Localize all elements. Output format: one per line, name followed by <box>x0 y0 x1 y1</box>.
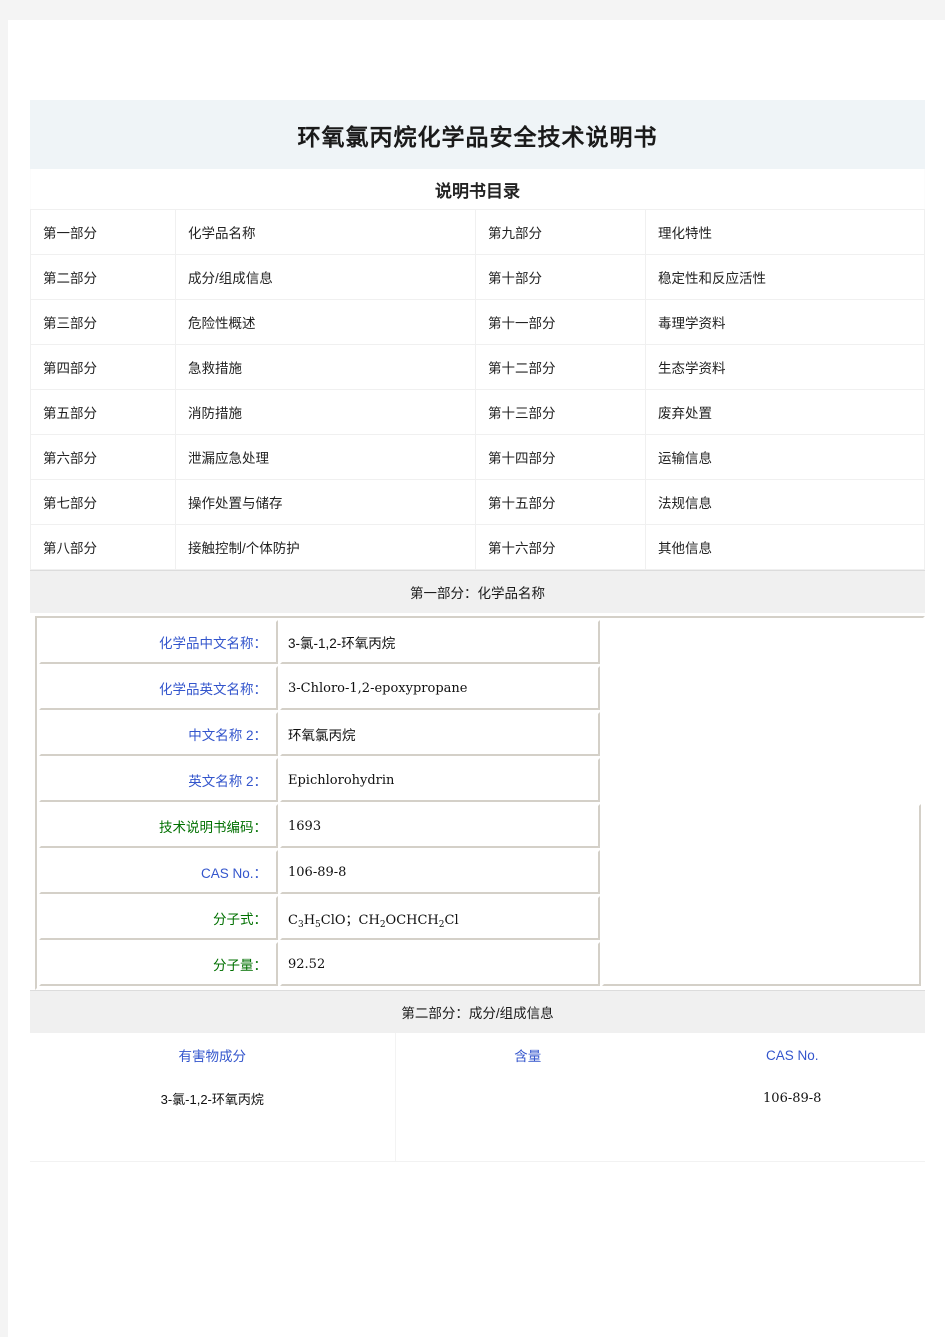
toc-left-label: 操作处置与储存 <box>175 479 476 525</box>
toc-left-label: 消防措施 <box>175 389 476 435</box>
document-title: 环氧氯丙烷化学品安全技术说明书 <box>30 100 925 169</box>
toc-left-number: 第五部分 <box>30 389 176 435</box>
toc-row: 第二部分 成分/组成信息 第十部分 稳定性和反应活性 <box>30 254 925 300</box>
composition-column-header: CAS No. <box>765 1047 819 1063</box>
toc-right-number: 第十四部分 <box>475 434 646 480</box>
toc-right-label: 运输信息 <box>645 434 925 480</box>
toc-right-label: 废弃处置 <box>645 389 925 435</box>
chemical-name-row: 化学品英文名称： 3-Chloro-1,2-epoxypropane <box>39 666 921 710</box>
field-value: 环氧氯丙烷 <box>280 712 600 756</box>
field-label: 技术说明书编码： <box>39 804 278 848</box>
toc-left-label: 接触控制/个体防护 <box>175 524 476 570</box>
field-label: 化学品英文名称： <box>39 666 278 710</box>
toc-left-number: 第一部分 <box>30 209 176 255</box>
toc-left-label: 泄漏应急处理 <box>175 434 476 480</box>
toc-left-label: 急救措施 <box>175 344 476 390</box>
composition-column-header: 含量 <box>514 1049 542 1064</box>
chemical-name-row: 化学品中文名称： 3-氯-1,2-环氧丙烷 <box>39 620 921 664</box>
composition-cas: 106-89-8 <box>763 1090 822 1106</box>
toc-left-label: 危险性概述 <box>175 299 476 345</box>
toc-right-label: 法规信息 <box>645 479 925 525</box>
toc-left-number: 第七部分 <box>30 479 176 525</box>
field-label: 分子量： <box>39 942 278 986</box>
composition-empty-cell <box>395 1119 660 1161</box>
field-label: CAS No.： <box>39 850 278 894</box>
field-value: Epichlorohydrin <box>280 758 600 802</box>
composition-table: 有害物成分 含量 CAS No. 3-氯-1,2-环氧丙烷 106-89-8 <box>30 1033 925 1161</box>
toc-right-number: 第十三部分 <box>475 389 646 435</box>
composition-column-header: 有害物成分 <box>30 1033 396 1077</box>
composition-empty-area <box>30 1119 925 1161</box>
toc-caption: 说明书目录 <box>30 169 925 210</box>
toc-left-number: 第六部分 <box>30 434 176 480</box>
table-of-contents: 说明书目录 第一部分 化学品名称 第九部分 理化特性 第二部分 成分/组成信息 第十部分 稳定… <box>30 169 925 570</box>
toc-right-number: 第十六部分 <box>475 524 646 570</box>
chemical-name-table: 化学品中文名称： 3-氯-1,2-环氧丙烷 化学品英文名称： 3-Chloro-1,2… <box>35 616 925 990</box>
toc-row: 第八部分 接触控制/个体防护 第十六部分 其他信息 <box>30 524 925 570</box>
composition-header-row: 有害物成分 含量 CAS No. <box>30 1033 925 1077</box>
toc-row: 第三部分 危险性概述 第十一部分 毒理学资料 <box>30 299 925 345</box>
toc-left-number: 第八部分 <box>30 524 176 570</box>
composition-empty-cell <box>660 1119 925 1161</box>
toc-left-label: 化学品名称 <box>175 209 476 255</box>
toc-left-label: 成分/组成信息 <box>175 254 476 300</box>
toc-caption-row: 说明书目录 <box>30 169 925 210</box>
toc-left-number: 第四部分 <box>30 344 176 390</box>
field-value: 3-氯-1,2-环氧丙烷 <box>280 620 600 664</box>
composition-bottom-rule <box>30 1161 925 1162</box>
chemical-name-row: 中文名称 2： 环氧氯丙烷 <box>39 712 921 756</box>
toc-right-label: 生态学资料 <box>645 344 925 390</box>
toc-right-label: 理化特性 <box>645 209 925 255</box>
field-label: 中文名称 2： <box>39 712 278 756</box>
toc-right-number: 第十部分 <box>475 254 646 300</box>
toc-left-number: 第三部分 <box>30 299 176 345</box>
toc-right-number: 第十二部分 <box>475 344 646 390</box>
field-value: 106-89-8 <box>280 850 600 894</box>
composition-row: 3-氯-1,2-环氧丙烷 106-89-8 <box>30 1077 925 1119</box>
field-value: 1693 <box>280 804 600 848</box>
toc-right-label: 其他信息 <box>645 524 925 570</box>
toc-left-number: 第二部分 <box>30 254 176 300</box>
toc-right-label: 稳定性和反应活性 <box>645 254 925 300</box>
toc-row: 第七部分 操作处置与储存 第十五部分 法规信息 <box>30 479 925 525</box>
toc-right-label: 毒理学资料 <box>645 299 925 345</box>
field-value: C3H5ClO；CH2OCHCH2Cl <box>280 896 600 940</box>
field-label: 分子式： <box>39 896 278 940</box>
section-one-heading: 第一部分：化学品名称 <box>30 570 925 613</box>
structure-image-placeholder <box>601 804 921 986</box>
toc-row: 第六部分 泄漏应急处理 第十四部分 运输信息 <box>30 434 925 480</box>
composition-empty-cell <box>30 1119 396 1161</box>
field-value: 3-Chloro-1,2-epoxypropane <box>280 666 600 710</box>
section-two-heading: 第二部分：成分/组成信息 <box>30 990 925 1033</box>
field-label: 英文名称 2： <box>39 758 278 802</box>
composition-content <box>395 1077 660 1119</box>
toc-row: 第四部分 急救措施 第十二部分 生态学资料 <box>30 344 925 390</box>
toc-right-number: 第九部分 <box>475 209 646 255</box>
chemical-name-row: 英文名称 2： Epichlorohydrin <box>39 758 921 802</box>
document-page: 环氧氯丙烷化学品安全技术说明书 说明书目录 第一部分 化学品名称 第九部分 理化特性第… <box>8 20 945 1337</box>
field-value: 92.52 <box>280 942 600 986</box>
toc-right-number: 第十一部分 <box>475 299 646 345</box>
composition-component: 3-氯-1,2-环氧丙烷 <box>30 1077 396 1119</box>
toc-right-number: 第十五部分 <box>475 479 646 525</box>
toc-row: 第五部分 消防措施 第十三部分 废弃处置 <box>30 389 925 435</box>
field-label: 化学品中文名称： <box>39 620 278 664</box>
toc-row: 第一部分 化学品名称 第九部分 理化特性 <box>30 209 925 255</box>
chemical-name-row: 技术说明书编码： 1693 <box>39 804 921 986</box>
